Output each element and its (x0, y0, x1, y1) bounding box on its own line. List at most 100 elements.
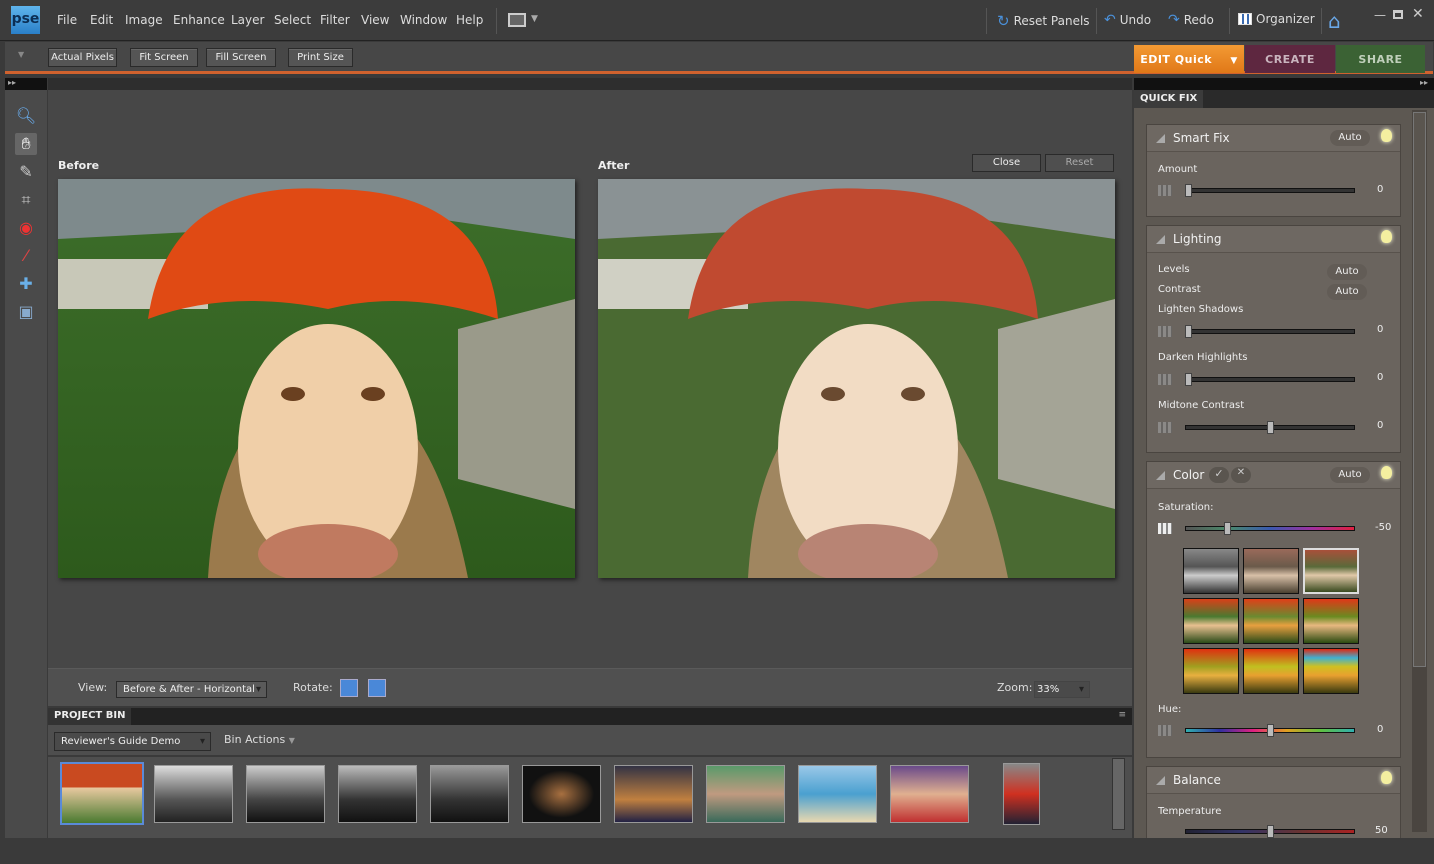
saturation-slider[interactable] (1185, 522, 1355, 535)
color-variation-swatch[interactable] (1303, 598, 1359, 644)
print-size-button[interactable]: Print Size (288, 48, 353, 67)
amount-slider[interactable] (1185, 184, 1355, 197)
color-variation-swatch[interactable] (1183, 648, 1239, 694)
bin-thumbnail[interactable] (430, 765, 509, 823)
tab-create[interactable]: CREATE (1245, 45, 1335, 73)
slider-thumb[interactable] (1185, 373, 1192, 386)
color-auto-button[interactable]: Auto (1330, 467, 1370, 483)
redo-button[interactable]: ↷ Redo (1168, 12, 1214, 28)
bin-scrollbar[interactable] (1112, 758, 1125, 830)
bin-thumbnail[interactable] (154, 765, 233, 823)
grid-icon[interactable] (1158, 326, 1172, 337)
lightbulb-icon[interactable] (1381, 230, 1392, 243)
color-variation-swatch[interactable] (1303, 548, 1359, 594)
close-icon[interactable]: ✕ (1412, 6, 1424, 22)
reset-panels-button[interactable]: ↻ Reset Panels (997, 12, 1090, 30)
color-variation-swatch[interactable] (1243, 548, 1299, 594)
toolbox-expand-icon[interactable]: ▸▸ (5, 78, 47, 90)
quick-selection-tool-icon[interactable]: ✎ (15, 161, 37, 183)
zoom-tool-icon[interactable]: 🔍︎ (15, 105, 37, 127)
options-collapse-icon[interactable]: ▼ (18, 50, 24, 59)
cancel-x-icon[interactable]: ✕ (1231, 467, 1251, 483)
bin-thumbnail[interactable] (60, 762, 144, 825)
darken-highlights-slider[interactable] (1185, 373, 1355, 386)
slider-thumb[interactable] (1267, 421, 1274, 434)
tab-quick-fix[interactable]: QUICK FIX (1134, 90, 1204, 108)
bin-thumbnail[interactable] (798, 765, 877, 823)
collapse-triangle-icon[interactable] (1156, 134, 1165, 143)
collapse-triangle-icon[interactable] (1156, 235, 1165, 244)
menu-image[interactable]: Image (125, 13, 163, 27)
color-variation-swatch[interactable] (1243, 598, 1299, 644)
album-select[interactable]: Reviewer's Guide Demo (54, 732, 211, 751)
bin-thumbnail[interactable] (338, 765, 417, 823)
grid-icon[interactable] (1158, 185, 1172, 196)
bin-thumbnail[interactable] (890, 765, 969, 823)
color-variation-swatch[interactable] (1183, 548, 1239, 594)
grid-icon[interactable] (1158, 523, 1172, 534)
chevron-down-icon[interactable]: ▼ (531, 14, 538, 24)
red-eye-tool-icon[interactable]: ◉ (15, 217, 37, 239)
bin-thumbnail[interactable] (246, 765, 325, 823)
black-white-tool-icon[interactable]: ▣ (15, 301, 37, 323)
fill-screen-button[interactable]: Fill Screen (206, 48, 276, 67)
midtone-contrast-slider[interactable] (1185, 421, 1355, 434)
lighten-shadows-slider[interactable] (1185, 325, 1355, 338)
menu-select[interactable]: Select (274, 13, 311, 27)
temperature-slider[interactable] (1185, 825, 1355, 838)
bin-thumbnail[interactable] (614, 765, 693, 823)
actual-pixels-button[interactable]: Actual Pixels (48, 48, 117, 67)
lightbulb-icon[interactable] (1381, 129, 1392, 142)
fit-screen-button[interactable]: Fit Screen (130, 48, 198, 67)
levels-auto-button[interactable]: Auto (1327, 264, 1367, 280)
grid-icon[interactable] (1158, 374, 1172, 385)
menu-help[interactable]: Help (456, 13, 483, 27)
organizer-button[interactable]: Organizer (1238, 12, 1315, 26)
collapse-triangle-icon[interactable] (1156, 471, 1165, 480)
rotate-right-icon[interactable] (368, 679, 386, 697)
zoom-select[interactable]: 33% (1034, 681, 1090, 698)
panel-scrollbar[interactable] (1412, 110, 1427, 832)
undo-button[interactable]: ↶ Undo (1104, 12, 1151, 28)
menu-window[interactable]: Window (400, 13, 447, 27)
close-button[interactable]: Close (972, 154, 1041, 172)
menu-view[interactable]: View (361, 13, 389, 27)
collapse-triangle-icon[interactable] (1156, 776, 1165, 785)
hue-slider[interactable] (1185, 724, 1355, 737)
grid-icon[interactable] (1158, 422, 1172, 433)
crop-tool-icon[interactable]: ⌗ (15, 189, 37, 211)
reset-button[interactable]: Reset (1045, 154, 1114, 172)
view-select[interactable]: Before & After - Horizontal (116, 681, 267, 698)
menu-edit[interactable]: Edit (90, 13, 113, 27)
layout-icon[interactable] (508, 13, 526, 27)
bin-menu-icon[interactable]: ≡ (1118, 710, 1126, 720)
slider-thumb[interactable] (1267, 825, 1274, 838)
tab-share[interactable]: SHARE (1336, 45, 1425, 73)
menu-layer[interactable]: Layer (231, 13, 264, 27)
commit-check-icon[interactable]: ✓ (1209, 467, 1229, 483)
make-dull-sky-blue-icon[interactable]: ✚ (15, 273, 37, 295)
grid-icon[interactable] (1158, 725, 1172, 736)
smart-fix-auto-button[interactable]: Auto (1330, 130, 1370, 146)
color-variation-swatch[interactable] (1243, 648, 1299, 694)
menu-filter[interactable]: Filter (320, 13, 350, 27)
lightbulb-icon[interactable] (1381, 771, 1392, 784)
bin-thumbnail[interactable] (706, 765, 785, 823)
slider-thumb[interactable] (1185, 184, 1192, 197)
menu-file[interactable]: File (57, 13, 77, 27)
bin-actions-menu[interactable]: Bin Actions ▼ (224, 733, 295, 746)
scrollbar-thumb[interactable] (1413, 112, 1426, 667)
bin-thumbnail[interactable] (522, 765, 601, 823)
color-variation-swatch[interactable] (1183, 598, 1239, 644)
color-variation-swatch[interactable] (1303, 648, 1359, 694)
minimize-icon[interactable]: — (1374, 8, 1386, 22)
slider-thumb[interactable] (1267, 724, 1274, 737)
whiten-teeth-tool-icon[interactable]: ⁄ (15, 245, 37, 267)
tab-edit-quick[interactable]: EDIT Quick ▼ (1134, 45, 1244, 73)
menu-enhance[interactable]: Enhance (173, 13, 225, 27)
bin-thumbnail[interactable] (1003, 763, 1040, 825)
home-icon[interactable]: ⌂ (1328, 9, 1341, 33)
slider-thumb[interactable] (1224, 522, 1231, 535)
panel-collapse-icon[interactable]: ▸▸ (1134, 78, 1434, 90)
hand-tool-icon[interactable]: ✋︎ (15, 133, 37, 155)
